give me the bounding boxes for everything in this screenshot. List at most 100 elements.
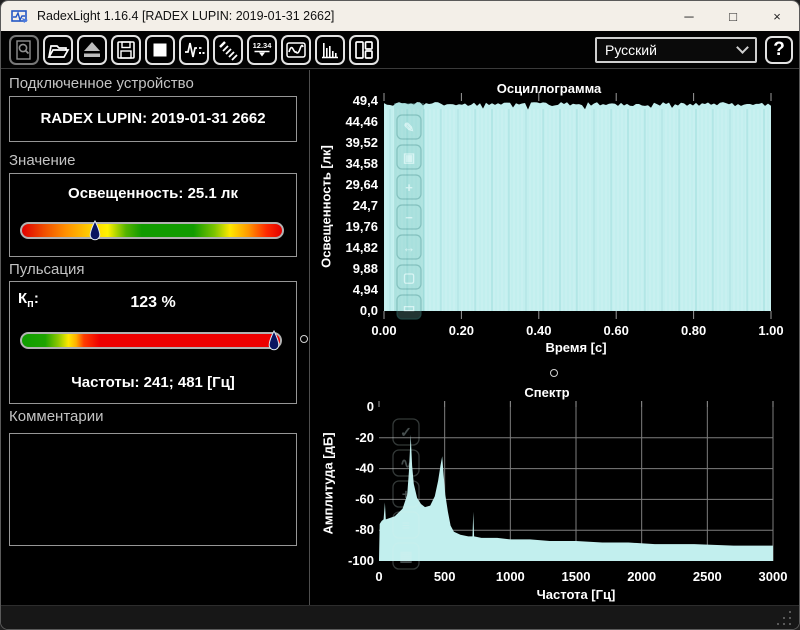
chevron-down-icon <box>736 41 749 54</box>
pulsation-marker-icon <box>268 330 279 351</box>
brush-button[interactable] <box>213 34 243 65</box>
spectrum-view-button[interactable] <box>315 34 345 65</box>
svg-text:0: 0 <box>367 399 374 414</box>
save-icon <box>117 40 135 59</box>
svg-text:0,0: 0,0 <box>360 303 378 318</box>
svg-text:0.00: 0.00 <box>371 323 396 338</box>
pulsation-box: Кп: 123 % Частоты: 241; 481 [Гц] <box>9 281 297 404</box>
svg-text:-20: -20 <box>355 430 374 445</box>
svg-text:0.20: 0.20 <box>449 323 474 338</box>
svg-text:3000: 3000 <box>759 569 788 584</box>
illuminance-marker-icon <box>89 220 101 241</box>
svg-text:≡: ≡ <box>402 517 410 533</box>
svg-text:1500: 1500 <box>562 569 591 584</box>
frequencies-value: Частоты: 241; 481 [Гц] <box>71 374 235 391</box>
stop-button[interactable] <box>145 34 175 65</box>
svg-text:2500: 2500 <box>693 569 722 584</box>
svg-text:49,4: 49,4 <box>353 93 379 108</box>
svg-text:-100: -100 <box>348 553 374 568</box>
comments-section-header: Комментарии <box>9 408 104 425</box>
svg-text:−: − <box>405 210 413 225</box>
pulsation-section-header: Пульсация <box>9 261 85 278</box>
spectrum-plot: ✓ ∿ + ≡ ▦ 0 500 1000 1500 2000 2500 3000 0 -20 -40 -60 -… <box>348 399 788 584</box>
oscillogram-plot: ✎ ▣ + − ↔ ▢ ▭ 0.00 0.20 0.40 0.60 0.80 1.00 49,4 44,46… <box>345 93 784 338</box>
svg-text:0.80: 0.80 <box>681 323 706 338</box>
panel-splitter[interactable] <box>309 70 310 605</box>
value-box: Освещенность: 25.1 лк <box>9 173 297 257</box>
svg-text:▭: ▭ <box>403 300 415 315</box>
stop-icon <box>153 43 167 56</box>
svg-text:∿: ∿ <box>400 455 412 471</box>
svg-text:44,46: 44,46 <box>345 114 378 129</box>
svg-text:34,58: 34,58 <box>345 156 378 171</box>
oscillogram-view-button[interactable] <box>281 34 311 65</box>
svg-text:1.00: 1.00 <box>758 323 783 338</box>
svg-text:0.40: 0.40 <box>526 323 551 338</box>
spectrum-icon <box>322 42 338 58</box>
svg-text:0.60: 0.60 <box>604 323 629 338</box>
layout-panels-icon <box>355 40 373 59</box>
eject-icon <box>84 41 100 57</box>
svg-text:↔: ↔ <box>403 240 416 255</box>
svg-text:✓: ✓ <box>400 424 412 440</box>
status-bar <box>1 605 799 629</box>
toolbar: 12.34 Русский ? <box>1 31 799 69</box>
digital-display-button[interactable]: 12.34 <box>247 34 277 65</box>
svg-text:29,64: 29,64 <box>345 177 378 192</box>
svg-text:+: + <box>405 180 413 195</box>
search-device-button[interactable] <box>9 34 39 65</box>
value-section-header: Значение <box>9 152 76 169</box>
digital-display-icon: 12.34 <box>253 41 273 56</box>
oscillogram-icon <box>286 41 306 58</box>
app-logo-icon <box>11 10 28 23</box>
app-window: RadexLight 1.16.4 [RADEX LUPIN: 2019-01-… <box>0 0 800 630</box>
pulse-measure-button[interactable] <box>179 34 209 65</box>
kp-label: Кп: <box>18 290 39 310</box>
kp-value: 123 % <box>130 294 176 311</box>
svg-text:39,52: 39,52 <box>345 135 378 150</box>
help-button[interactable]: ? <box>765 35 793 64</box>
pulsation-scale-bar <box>20 330 282 351</box>
svg-text:+: + <box>402 486 410 502</box>
svg-text:▢: ▢ <box>403 270 415 285</box>
device-box: RADEX LUPIN: 2019-01-31 2662 <box>9 96 297 142</box>
language-value: Русский <box>605 41 657 58</box>
layout-panels-button[interactable] <box>349 34 379 65</box>
spectrum-xlabel: Частота [Гц] <box>536 587 616 602</box>
svg-text:0: 0 <box>375 569 382 584</box>
svg-text:500: 500 <box>434 569 456 584</box>
svg-text:2000: 2000 <box>627 569 656 584</box>
search-device-icon <box>16 39 31 60</box>
svg-text:▣: ▣ <box>403 150 415 165</box>
svg-text:19,76: 19,76 <box>345 219 378 234</box>
svg-text:-60: -60 <box>355 491 374 506</box>
eject-button[interactable] <box>77 34 107 65</box>
svg-text:✎: ✎ <box>404 120 415 135</box>
illuminance-scale-bar <box>20 220 284 241</box>
spectrum-title: Спектр <box>524 385 570 400</box>
resize-grip[interactable] <box>777 611 791 625</box>
minimize-button[interactable]: ─ <box>667 1 711 31</box>
svg-text:4,94: 4,94 <box>353 282 379 297</box>
svg-text:12.34: 12.34 <box>253 41 273 50</box>
device-name: RADEX LUPIN: 2019-01-31 2662 <box>40 110 266 127</box>
illuminance-reading: Освещенность: 25.1 лк <box>68 185 238 202</box>
comments-input[interactable] <box>9 433 297 546</box>
brush-icon <box>219 40 238 61</box>
pulse-measure-icon <box>185 42 205 57</box>
chart-splitter-handle[interactable] <box>550 369 558 377</box>
svg-text:14,82: 14,82 <box>345 240 378 255</box>
svg-text:-80: -80 <box>355 522 374 537</box>
svg-text:24,7: 24,7 <box>353 198 378 213</box>
svg-text:-40: -40 <box>355 461 374 476</box>
svg-text:▦: ▦ <box>399 548 412 564</box>
panel-splitter-handle[interactable] <box>300 335 308 343</box>
window-title: RadexLight 1.16.4 [RADEX LUPIN: 2019-01-… <box>37 9 335 23</box>
save-button[interactable] <box>111 34 141 65</box>
open-folder-icon <box>47 44 70 58</box>
open-file-button[interactable] <box>43 34 73 65</box>
maximize-button[interactable]: □ <box>711 1 755 31</box>
close-button[interactable]: × <box>755 1 799 31</box>
svg-text:1000: 1000 <box>496 569 525 584</box>
language-dropdown[interactable]: Русский <box>595 36 757 63</box>
